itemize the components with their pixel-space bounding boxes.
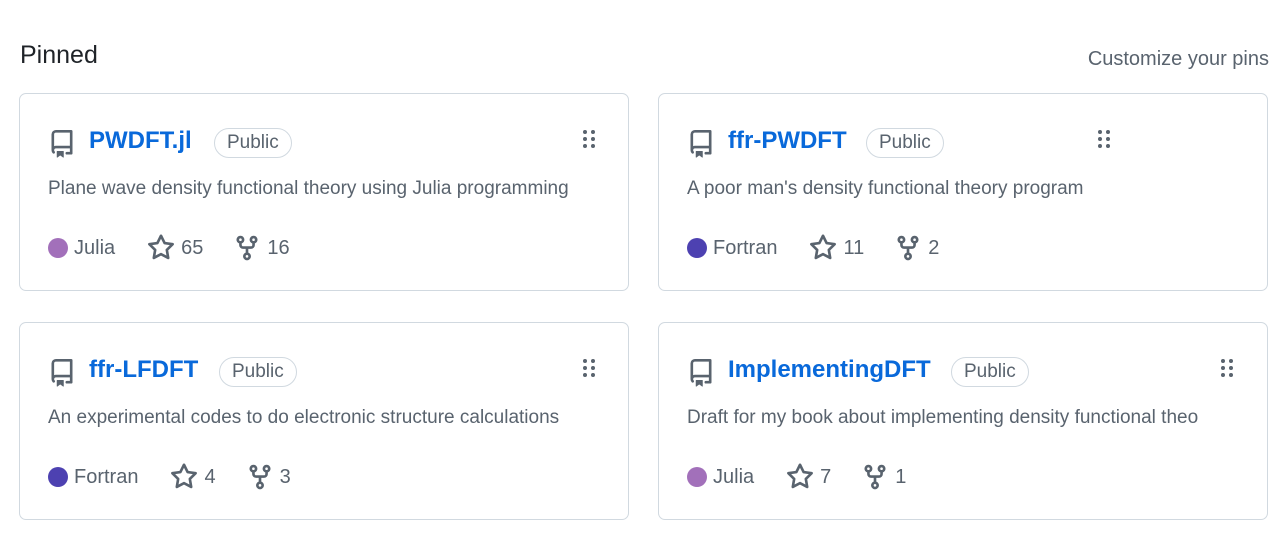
pinned-repo-card: PWDFT.jl Public Plane wave density funct… — [19, 93, 629, 291]
repo-meta: Julia 7 1 — [687, 462, 936, 492]
forks-link[interactable]: 1 — [861, 463, 906, 491]
repo-icon — [51, 359, 73, 387]
repo-description: Draft for my book about implementing den… — [687, 407, 1199, 428]
repo-icon — [51, 130, 73, 158]
language-name: Julia — [713, 465, 755, 488]
grabber-icon[interactable] — [581, 128, 597, 150]
repo-meta: Fortran 4 3 — [48, 462, 321, 492]
repo-icon — [690, 130, 712, 158]
star-icon — [787, 463, 814, 489]
star-count: 11 — [843, 236, 865, 259]
fork-count: 1 — [895, 465, 907, 488]
pinned-heading: Pinned — [20, 41, 98, 69]
star-icon — [171, 463, 198, 489]
repo-name-link[interactable]: PWDFT.jl — [89, 126, 192, 156]
forks-link[interactable]: 3 — [246, 463, 291, 491]
language-name: Julia — [74, 236, 116, 259]
visibility-badge: Public — [214, 128, 292, 158]
grabber-icon[interactable] — [581, 357, 597, 379]
repo-name-link[interactable]: ffr-LFDFT — [89, 355, 198, 385]
star-count: 65 — [181, 236, 204, 259]
repo-language: Fortran — [48, 466, 138, 489]
visibility-badge: Public — [951, 357, 1029, 387]
star-icon — [148, 234, 175, 260]
pinned-repo-card: ffr-LFDFT Public An experimental codes t… — [19, 322, 629, 520]
stargazers-link[interactable]: 65 — [147, 234, 203, 262]
repo-name-link[interactable]: ImplementingDFT — [728, 355, 931, 385]
repo-meta: Julia 65 16 — [48, 233, 320, 263]
language-color-dot — [687, 238, 707, 258]
star-count: 4 — [204, 465, 216, 488]
repo-forked-icon — [236, 235, 258, 261]
language-name: Fortran — [713, 236, 778, 259]
repo-description: An experimental codes to do electronic s… — [48, 407, 560, 428]
stargazers-link[interactable]: 4 — [170, 463, 216, 491]
repo-meta: Fortran 11 2 — [687, 233, 969, 263]
repo-forked-icon — [897, 235, 919, 261]
repo-description: Plane wave density functional theory usi… — [48, 178, 569, 199]
visibility-badge: Public — [219, 357, 297, 387]
star-icon — [810, 234, 837, 260]
customize-pins-link[interactable]: Customize your pins — [1088, 46, 1269, 72]
stargazers-link[interactable]: 7 — [786, 463, 831, 491]
language-name: Fortran — [74, 465, 139, 488]
language-color-dot — [687, 467, 707, 487]
repo-forked-icon — [249, 464, 271, 490]
repo-language: Julia — [687, 466, 754, 489]
repo-name-link[interactable]: ffr-PWDFT — [728, 126, 847, 156]
fork-count: 3 — [279, 465, 291, 488]
repo-description: A poor man's density functional theory p… — [687, 178, 1084, 199]
star-count: 7 — [820, 465, 832, 488]
repo-icon — [690, 359, 712, 387]
repo-language: Fortran — [687, 237, 777, 260]
pinned-repo-card: ffr-PWDFT Public A poor man's density fu… — [658, 93, 1268, 291]
stargazers-link[interactable]: 11 — [809, 234, 864, 262]
fork-count: 2 — [928, 236, 940, 259]
language-color-dot — [48, 467, 68, 487]
forks-link[interactable]: 2 — [894, 234, 939, 262]
repo-language: Julia — [48, 237, 115, 260]
repo-forked-icon — [864, 464, 886, 490]
pinned-repo-card: ImplementingDFT Public Draft for my book… — [658, 322, 1268, 520]
visibility-badge: Public — [866, 128, 944, 158]
grabber-icon[interactable] — [1096, 128, 1112, 150]
fork-count: 16 — [267, 236, 290, 259]
grabber-icon[interactable] — [1219, 357, 1235, 379]
forks-link[interactable]: 16 — [233, 234, 290, 262]
language-color-dot — [48, 238, 68, 258]
